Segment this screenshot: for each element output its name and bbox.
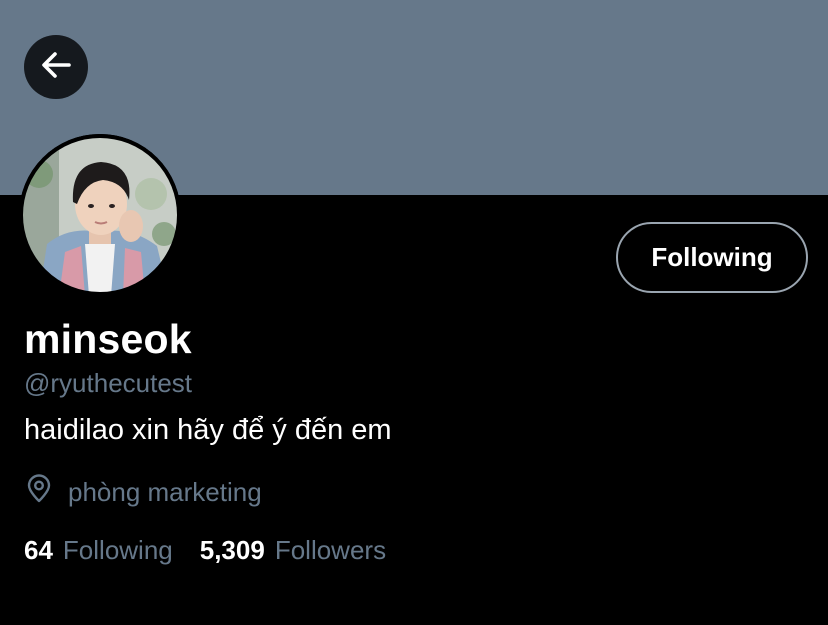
arrow-left-icon [38, 47, 74, 88]
followers-count: 5,309 [199, 535, 265, 565]
avatar[interactable] [19, 134, 181, 296]
profile-stats: 64 Following 5,309 Followers [24, 535, 386, 566]
user-handle: @ryuthecutest [24, 368, 193, 398]
following-button[interactable]: Following [616, 222, 808, 293]
following-count: 64 [24, 535, 53, 565]
followers-label: Followers [274, 535, 387, 565]
following-label: Following [62, 535, 173, 565]
profile-location: phòng marketing [24, 474, 262, 511]
location-text: phòng marketing [68, 477, 262, 507]
display-name: minseok [24, 316, 192, 362]
back-button[interactable] [24, 35, 88, 99]
location-pin-icon [24, 474, 54, 511]
profile-bio: haidilao xin hãy để ý đến em [24, 414, 392, 446]
following-stat-link[interactable]: 64 Following [24, 535, 173, 566]
followers-stat-link[interactable]: 5,309 Followers [200, 535, 386, 566]
